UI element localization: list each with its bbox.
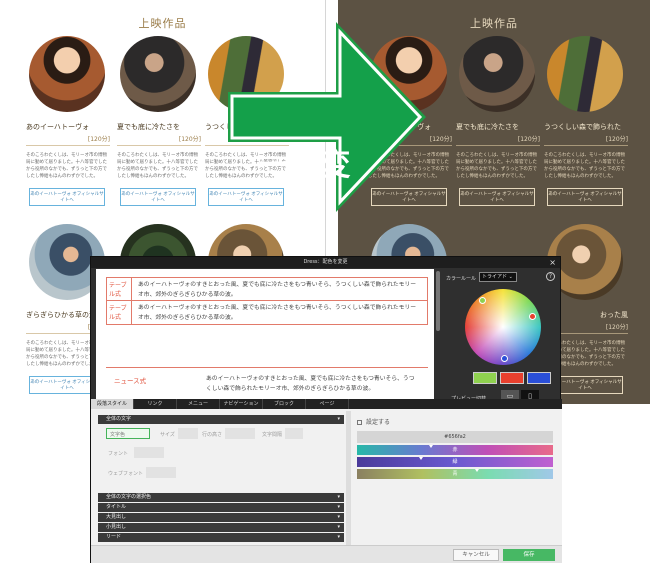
table-row: テーブル式 あのイーハトーヴォのすきとおった風、夏でも底に冷たさをもつ青いそら、…	[107, 301, 427, 324]
color-swatch[interactable]	[527, 372, 551, 384]
news-style-preview: ニュース式 あのイーハトーヴォのすきとおった風、夏でも底に冷たさをもつ青いそら、…	[106, 367, 428, 403]
font-label: フォント	[108, 451, 129, 457]
movie-photo	[29, 36, 105, 112]
table-head: テーブル式	[107, 278, 132, 300]
color-swatch[interactable]	[500, 372, 524, 384]
red-slider[interactable]: 赤	[357, 445, 553, 455]
movie-photo	[120, 36, 196, 112]
red-slider-label: 赤	[452, 447, 458, 453]
settings-body: 全体の文字 文字色 サイズ 行の高さ 文字間隔 フォント ウェブフォント 全体の…	[91, 409, 562, 563]
table-row: テーブル式 あのイーハトーヴォのすきとおった風、夏でも底に冷たさをもつ青いそら、…	[107, 278, 427, 301]
slider-knob[interactable]	[475, 469, 479, 472]
tab-link[interactable]: リンク	[134, 399, 177, 409]
movie-card: 夏でも底に冷たさを [120分] そのころわたくしは、モリーオ市の博物局に勤めて…	[117, 36, 201, 206]
tab-menu[interactable]: メニュー	[177, 399, 220, 409]
blue-slider-label: 青	[452, 471, 458, 477]
color-wheel-panel: カラールール トライアド ⌄ ? プレビュー切替 ▭ ▯	[443, 269, 561, 405]
movie-title: 夏でも底に冷たさを	[456, 123, 519, 131]
movie-duration: [120分]	[117, 134, 201, 146]
text-color-label: 文字色	[110, 432, 126, 438]
web-font-field[interactable]	[146, 467, 176, 478]
global-text-fields: 文字色 サイズ 行の高さ 文字間隔 フォント ウェブフォント	[98, 425, 344, 491]
official-site-button[interactable]: あのイーハトーヴォ オフィシャルサイトへ	[459, 188, 535, 206]
movie-photo	[547, 36, 623, 112]
movie-description: そのころわたくしは、モリーオ市の博物局に勤めて居りました。十八等官でしたから役所…	[26, 153, 107, 179]
movie-photo	[459, 36, 535, 112]
font-field[interactable]	[134, 447, 164, 458]
tab-block[interactable]: ブロック	[263, 399, 306, 409]
line-height-label: 行の高さ	[202, 432, 223, 438]
movie-card: うつくしい森で飾られた [120分] そのころわたくしは、モリーオ市の博物局に勤…	[544, 36, 628, 206]
official-site-button[interactable]: あのイーハトーヴォ オフィシャルサイトへ	[29, 188, 105, 206]
settings-tabs: 段落スタイル リンク メニュー ナビゲーション ブロック ページ	[91, 399, 562, 409]
section-global-select-color[interactable]: 全体の文字の選択色	[98, 493, 344, 502]
section-lead[interactable]: リード	[98, 533, 344, 542]
green-slider-label: 緑	[452, 459, 458, 465]
movie-duration: [120分]	[456, 134, 540, 146]
letter-spacing-label: 文字間隔	[262, 432, 283, 438]
style-preview: テーブル式 あのイーハトーヴォのすきとおった風、夏でも底に冷たさをもつ青いそら、…	[96, 269, 434, 405]
wheel-handle[interactable]	[501, 355, 508, 362]
dress-color-dialog: Dress：配色を変更 × テーブル式 あのイーハトーヴォのすきとおった風、夏で…	[90, 256, 562, 563]
movie-card: あのイーハトーヴォ [120分] そのころわたくしは、モリーオ市の博物局に勤めて…	[26, 36, 110, 206]
color-rule-label: カラールール	[446, 276, 477, 282]
table-cell: あのイーハトーヴォのすきとおった風、夏でも底に冷たさをもつ青いそら、うつくしい森…	[138, 305, 417, 321]
web-font-label: ウェブフォント	[108, 471, 144, 477]
movie-duration: [120分]	[26, 134, 110, 146]
close-icon[interactable]: ×	[549, 257, 556, 268]
tab-paragraph-style[interactable]: 段落スタイル	[91, 399, 134, 409]
preview-scrollbar[interactable]	[436, 271, 440, 331]
official-site-button[interactable]: あのイーハトーヴォ オフィシャルサイトへ	[547, 188, 623, 206]
movie-duration: [120分]	[544, 134, 628, 146]
color-wheel[interactable]	[465, 289, 541, 365]
save-button[interactable]: 保存	[503, 549, 555, 561]
section-h-small[interactable]: 小見出し	[98, 523, 344, 532]
movie-description: そのころわたくしは、モリーオ市の博物局に勤めて居りました。十八等官でしたから役所…	[456, 153, 537, 179]
table-head: テーブル式	[107, 301, 132, 324]
section-h-large[interactable]: 大見出し	[98, 513, 344, 522]
movie-card: 夏でも底に冷たさを [120分] そのころわたくしは、モリーオ市の博物局に勤めて…	[456, 36, 540, 206]
dialog-title-bar: Dress：配色を変更 ×	[91, 257, 560, 268]
table-cell: あのイーハトーヴォのすきとおった風、夏でも底に冷たさをもつ青いそら、うつくしい森…	[138, 282, 417, 298]
style-settings: 全体の文字 文字色 サイズ 行の高さ 文字間隔 フォント ウェブフォント 全体の…	[98, 415, 344, 545]
section-global-text[interactable]: 全体の文字	[98, 415, 344, 424]
section-title[interactable]: タイトル	[98, 503, 344, 512]
tab-navigation[interactable]: ナビゲーション	[220, 399, 263, 409]
slider-knob[interactable]	[419, 457, 423, 460]
checkbox-icon[interactable]	[357, 420, 362, 425]
movie-title: あのイーハトーヴォ	[26, 123, 90, 131]
blue-slider[interactable]: 青	[357, 469, 553, 479]
official-site-button[interactable]: あのイーハトーヴォ オフィシャルサイトへ	[120, 188, 196, 206]
size-label: サイズ	[160, 432, 175, 438]
settings-checkbox[interactable]: 設定する	[357, 417, 553, 426]
movie-title: うつくしい森で飾られた	[544, 123, 621, 131]
green-slider[interactable]: 緑	[357, 457, 553, 467]
line-height-field[interactable]	[225, 428, 255, 439]
tab-page[interactable]: ページ	[306, 399, 349, 409]
slider-knob[interactable]	[429, 445, 433, 448]
convert-label: 一括変換	[258, 148, 352, 227]
settings-scrollbar[interactable]	[346, 411, 351, 549]
size-field[interactable]	[178, 428, 198, 439]
news-text: あのイーハトーヴォのすきとおった風、夏でも底に冷たさをもつ青いそら、うつくしい森…	[206, 376, 415, 392]
color-settings: 設定する #656fa2 赤 緑 青	[357, 417, 553, 479]
wheel-handle[interactable]	[479, 297, 486, 304]
letter-spacing-field[interactable]	[285, 428, 303, 439]
settings-label: 設定する	[366, 419, 391, 426]
movie-title: 夏でも底に冷たさを	[117, 123, 180, 131]
hex-color-field[interactable]: #656fa2	[357, 431, 553, 443]
dialog-footer: キャンセル 保存	[91, 545, 562, 563]
wheel-handle[interactable]	[529, 313, 536, 320]
dialog-title: Dress：配色を変更	[303, 259, 348, 265]
movie-description: そのころわたくしは、モリーオ市の博物局に勤めて居りました。十八等官でしたから役所…	[117, 153, 198, 179]
color-rule-select[interactable]: トライアド ⌄	[479, 272, 517, 282]
table-style-preview: テーブル式 あのイーハトーヴォのすきとおった風、夏でも底に冷たさをもつ青いそら、…	[106, 277, 428, 325]
help-icon[interactable]: ?	[546, 272, 555, 281]
movie-description: そのころわたくしは、モリーオ市の博物局に勤めて居りました。十八等官でしたから役所…	[544, 153, 625, 179]
news-label: ニュース式	[114, 377, 147, 385]
color-swatch[interactable]	[473, 372, 497, 384]
cancel-button[interactable]: キャンセル	[453, 549, 499, 561]
